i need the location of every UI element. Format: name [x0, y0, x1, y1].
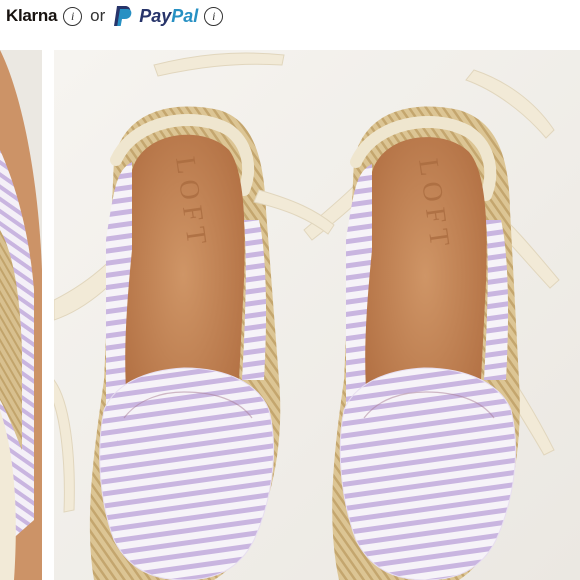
product-image-gallery: LOFT LOFT: [0, 48, 580, 580]
klarna-info-icon[interactable]: i: [63, 6, 83, 26]
previous-image-thumbnail[interactable]: [0, 50, 42, 580]
paypal-text-pal: Pal: [171, 5, 199, 26]
payment-options-bar: Klarna i or PayPal i: [0, 0, 580, 32]
previous-image-art: [0, 50, 42, 580]
or-separator: or: [90, 6, 106, 25]
paypal-logo: PayPal: [139, 6, 198, 27]
main-product-image[interactable]: LOFT LOFT: [54, 50, 580, 580]
paypal-text-pay: Pay: [139, 5, 172, 26]
paypal-p-icon: [114, 6, 132, 26]
klarna-logo: Klarna: [6, 6, 58, 25]
paypal-info-icon[interactable]: i: [204, 6, 224, 26]
espadrille-wedges-illustration: LOFT LOFT: [54, 50, 580, 580]
